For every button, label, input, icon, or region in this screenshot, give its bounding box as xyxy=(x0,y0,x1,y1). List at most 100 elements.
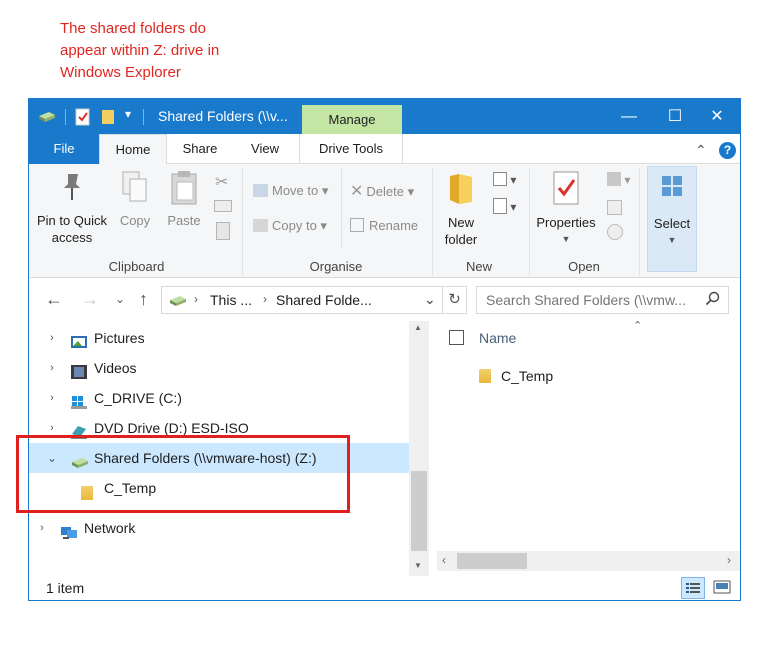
new-folder-button[interactable]: New folder xyxy=(437,170,485,248)
maximize-button[interactable]: ☐ xyxy=(652,99,698,134)
cut-icon[interactable]: ✂ xyxy=(215,172,228,192)
search-icon[interactable] xyxy=(705,291,721,310)
details-view-icon[interactable] xyxy=(681,577,705,599)
paste-button[interactable]: Paste xyxy=(161,170,207,229)
copy-to-label: Copy to xyxy=(272,218,317,233)
open-icon[interactable]: ▾ xyxy=(607,172,630,187)
copy-to-icon xyxy=(253,219,268,232)
nav-item-videos[interactable]: › Videos xyxy=(29,353,409,383)
new-group-label: New xyxy=(465,259,492,274)
minimize-button[interactable]: — xyxy=(606,99,652,134)
copy-icon xyxy=(113,170,157,212)
scroll-down-icon[interactable]: ▼ xyxy=(414,561,422,570)
window-title: Shared Folders (\\v... xyxy=(158,108,288,124)
search-box[interactable] xyxy=(476,286,729,314)
drive-icon xyxy=(168,294,188,311)
copy-button[interactable]: Copy xyxy=(113,170,157,229)
edit-icon[interactable] xyxy=(607,200,622,215)
tab-manage[interactable]: Manage xyxy=(302,105,402,135)
tab-home[interactable]: Home xyxy=(99,134,167,165)
search-input[interactable] xyxy=(477,287,697,313)
chevron-right-icon[interactable]: › xyxy=(36,513,48,543)
column-header-name[interactable]: Name xyxy=(479,330,516,346)
sort-ascending-icon: ⌃ xyxy=(633,320,643,332)
move-to-button[interactable]: Move to ▾ xyxy=(253,183,328,199)
item-count: 1 item xyxy=(46,580,85,596)
new-item-icon[interactable]: ▾ xyxy=(493,172,516,187)
content-horizontal-scrollbar[interactable]: ‹ › xyxy=(437,551,740,571)
recent-locations-icon[interactable]: ⌄ xyxy=(115,292,125,306)
help-icon[interactable]: ? xyxy=(719,142,736,159)
easy-access-icon[interactable]: ▾ xyxy=(493,198,516,214)
annotation-line: The shared folders do xyxy=(60,20,206,37)
chevron-right-icon[interactable]: › xyxy=(46,353,58,383)
new-folder-label: folder xyxy=(444,232,478,247)
nav-item-pictures[interactable]: › Pictures xyxy=(29,323,409,353)
new-folder-quick-icon[interactable] xyxy=(101,109,115,128)
title-bar[interactable]: ▾ Shared Folders (\\v... Manage — ☐ ✕ xyxy=(29,99,740,135)
pin-label: access xyxy=(51,230,93,245)
scroll-left-icon[interactable]: ‹ xyxy=(442,553,446,567)
paste-shortcut-icon[interactable] xyxy=(216,222,230,240)
file-item[interactable]: C_Temp xyxy=(475,365,595,389)
videos-icon xyxy=(70,360,88,379)
tab-file[interactable]: File xyxy=(29,134,99,164)
status-bar: 1 item xyxy=(29,576,740,600)
rename-button[interactable]: Rename xyxy=(350,218,418,233)
breadcrumb-this-pc[interactable]: This ... xyxy=(210,292,252,308)
select-label: Select xyxy=(653,216,691,231)
clipboard-group-label: Clipboard xyxy=(108,259,165,274)
copy-to-button[interactable]: Copy to ▾ xyxy=(253,218,327,234)
properties-quick-icon[interactable] xyxy=(75,108,91,129)
refresh-button[interactable]: ↻ xyxy=(443,286,467,314)
chevron-right-icon[interactable]: › xyxy=(263,292,267,306)
group-divider xyxy=(341,168,342,248)
delete-label: Delete xyxy=(366,184,404,199)
select-icon xyxy=(648,167,696,215)
chevron-right-icon[interactable]: › xyxy=(46,323,58,353)
chevron-right-icon[interactable]: › xyxy=(194,292,198,306)
nav-scrollbar-thumb[interactable] xyxy=(411,471,427,551)
close-button[interactable]: ✕ xyxy=(694,99,740,134)
collapse-ribbon-icon[interactable]: ⌃ xyxy=(695,142,707,159)
chevron-right-icon[interactable]: › xyxy=(46,383,58,413)
address-bar[interactable]: › This ... › Shared Folde... ⌄ xyxy=(161,286,443,314)
move-to-label: Move to xyxy=(272,183,319,198)
scroll-up-icon[interactable]: ▲ xyxy=(414,323,422,332)
group-divider xyxy=(242,168,243,276)
customize-quick-access-icon[interactable]: ▾ xyxy=(125,107,131,121)
forward-arrow-icon[interactable]: → xyxy=(81,289,99,310)
tab-view[interactable]: View xyxy=(233,134,297,164)
tab-share[interactable]: Share xyxy=(167,134,233,164)
new-folder-label: New xyxy=(447,215,474,230)
ribbon-tabs: File Home Share View Drive Tools ⌃ ? xyxy=(29,134,740,165)
select-all-checkbox[interactable] xyxy=(449,330,464,345)
file-item-label: C_Temp xyxy=(501,368,554,384)
nav-item-c-drive[interactable]: › C_DRIVE (C:) xyxy=(29,383,409,413)
explorer-window: ▾ Shared Folders (\\v... Manage — ☐ ✕ Fi… xyxy=(28,98,741,601)
nav-item-label: Pictures xyxy=(94,330,145,346)
drive-icon xyxy=(37,110,57,127)
breadcrumb-shared-folders[interactable]: Shared Folde... xyxy=(276,292,372,308)
group-divider xyxy=(432,168,433,276)
nav-scrollbar[interactable]: ▲ ▼ xyxy=(409,321,429,576)
annotation-line: appear within Z: drive in xyxy=(60,42,220,59)
address-dropdown-icon[interactable]: ⌄ xyxy=(424,291,436,308)
delete-button[interactable]: ✕ Delete ▾ xyxy=(350,181,414,201)
copy-path-icon[interactable] xyxy=(214,200,232,212)
scroll-right-icon[interactable]: › xyxy=(727,553,731,567)
nav-item-network[interactable]: › Network xyxy=(29,513,409,543)
tab-drive-tools[interactable]: Drive Tools xyxy=(299,134,403,164)
rename-icon xyxy=(350,218,364,232)
select-button[interactable]: Select ▼ xyxy=(647,166,697,272)
history-icon[interactable] xyxy=(607,224,623,240)
properties-button[interactable]: Properties ▼ xyxy=(532,170,600,248)
large-icons-view-icon[interactable] xyxy=(711,577,735,599)
back-arrow-icon[interactable]: ← xyxy=(45,289,63,310)
content-scrollbar-thumb[interactable] xyxy=(457,553,527,569)
windows-drive-icon xyxy=(70,390,88,409)
chevron-down-icon: ▼ xyxy=(561,234,571,244)
pin-to-quick-access-button[interactable]: Pin to Quick access xyxy=(35,170,109,246)
up-arrow-icon[interactable]: ↑ xyxy=(139,289,148,310)
move-to-icon xyxy=(253,184,268,197)
